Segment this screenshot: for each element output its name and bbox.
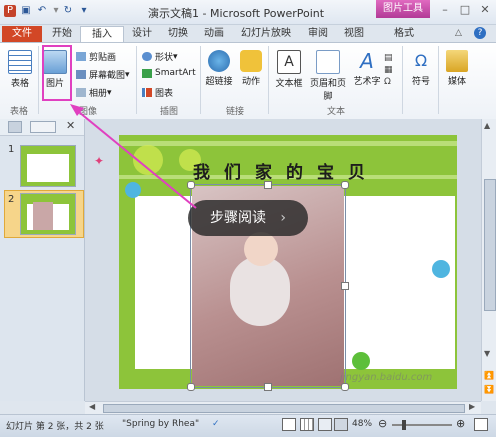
annotation-arrow-line bbox=[73, 107, 197, 209]
watermark-text: jingyan.baidu.com bbox=[340, 372, 433, 383]
zoom-out-icon[interactable]: ⊖ bbox=[378, 417, 387, 430]
zoom-in-icon[interactable]: ⊕ bbox=[456, 417, 465, 430]
zoom-slider-track[interactable] bbox=[392, 424, 452, 426]
zoom-level[interactable]: 48% bbox=[352, 419, 372, 429]
slide-sorter-icon[interactable] bbox=[300, 418, 314, 431]
zoom-slider-thumb[interactable] bbox=[402, 420, 406, 430]
normal-view-icon[interactable] bbox=[282, 418, 296, 431]
slideshow-view-icon[interactable] bbox=[334, 418, 348, 431]
spell-check-icon[interactable]: ✓ bbox=[212, 419, 220, 429]
slide-position-status: 幻灯片 第 2 张，共 2 张 bbox=[6, 422, 104, 432]
annotation-arrow bbox=[70, 104, 197, 209]
reading-view-icon[interactable] bbox=[318, 418, 332, 431]
theme-status[interactable]: "Spring by Rhea" bbox=[122, 419, 199, 429]
fit-to-window-icon[interactable] bbox=[474, 418, 488, 431]
